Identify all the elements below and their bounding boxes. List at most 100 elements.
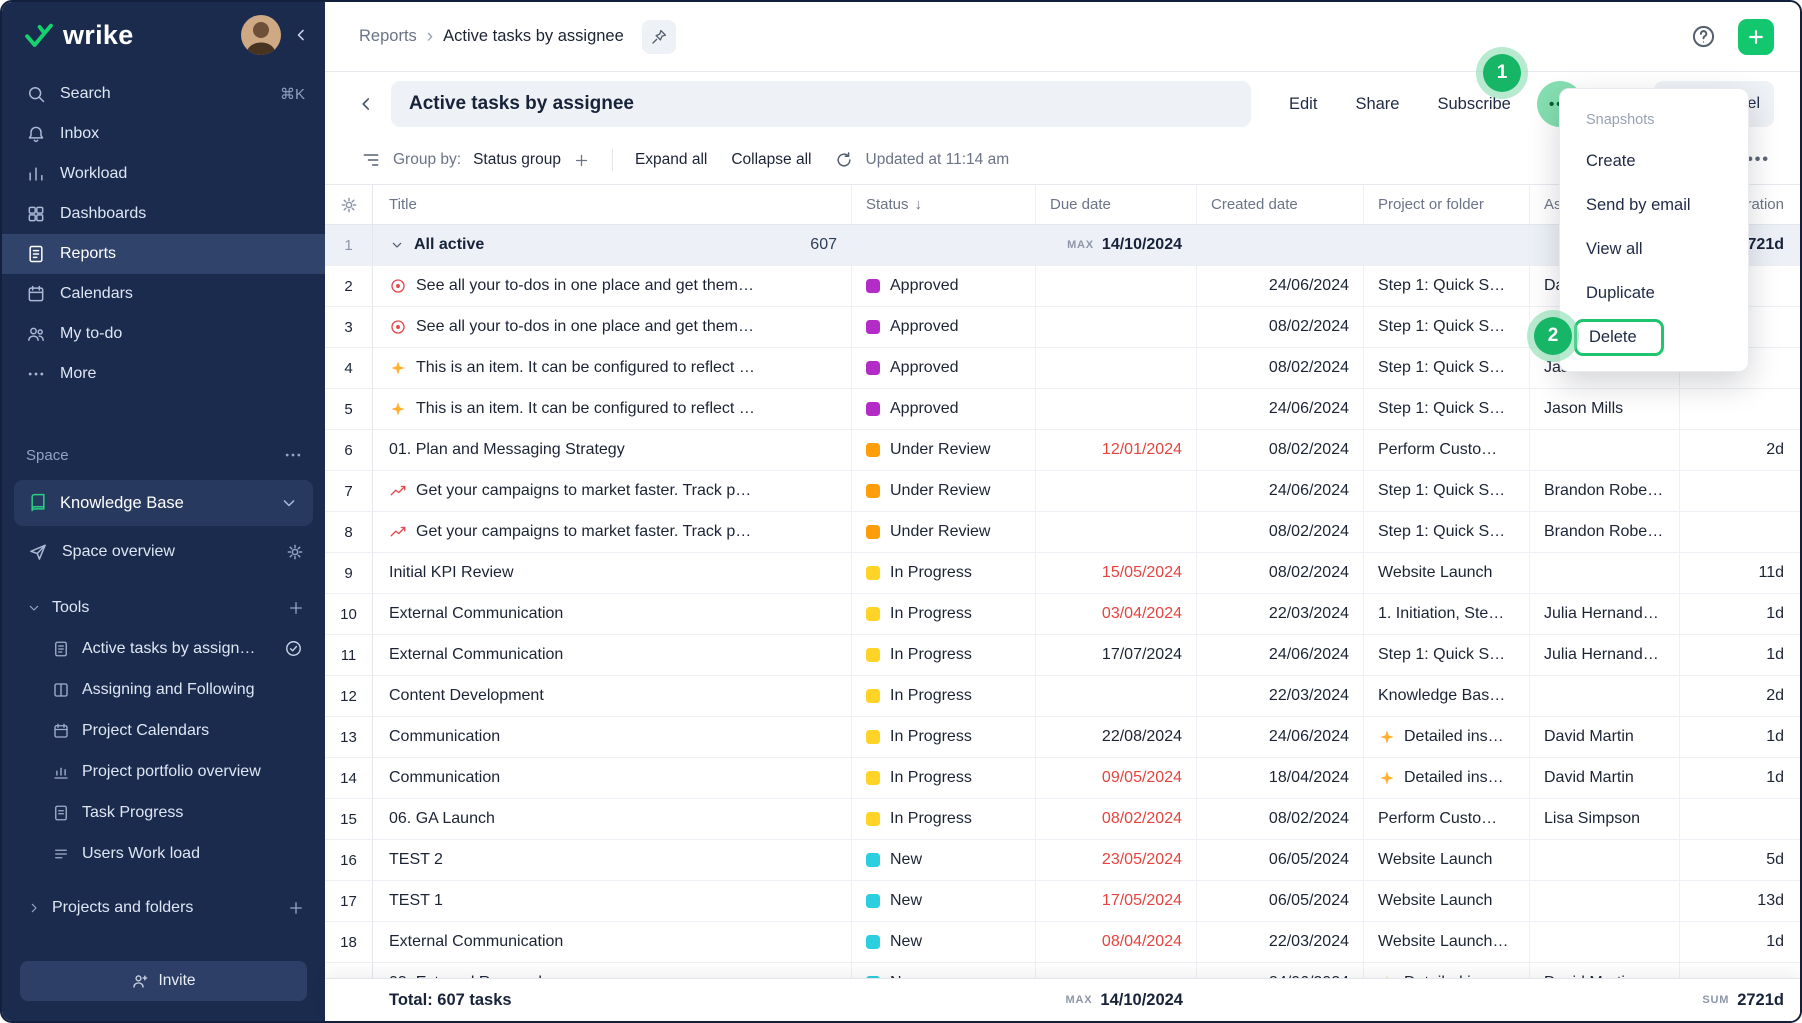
status-cell[interactable]: In Progress [852,676,1036,716]
due-date-cell[interactable]: 08/04/2024 [1036,922,1197,962]
task-title-cell[interactable]: Communication [373,717,852,757]
due-date-cell[interactable]: 03/04/2024 [1036,594,1197,634]
due-date-cell[interactable] [1036,512,1197,552]
table-row[interactable]: 601. Plan and Messaging StrategyUnder Re… [325,430,1800,471]
invite-button[interactable]: Invite [20,961,307,1001]
task-title-cell[interactable]: See all your to-dos in one place and get… [373,307,852,347]
collapse-all-button[interactable]: Collapse all [731,151,811,169]
status-cell[interactable]: Under Review [852,512,1036,552]
status-cell[interactable]: In Progress [852,594,1036,634]
assignee-cell[interactable]: Julia Hernand… [1530,594,1680,634]
task-title-cell[interactable]: Get your campaigns to market faster. Tra… [373,512,852,552]
assignee-cell[interactable]: David Martin [1530,758,1680,798]
table-row[interactable]: 1506. GA LaunchIn Progress08/02/202408/0… [325,799,1800,840]
project-cell[interactable]: Knowledge Bas… [1364,676,1530,716]
table-row[interactable]: 7Get your campaigns to market faster. Tr… [325,471,1800,512]
wrike-logo[interactable]: wrike [24,20,231,51]
project-cell[interactable]: Website Launch [1364,553,1530,593]
due-date-cell[interactable]: 15/05/2024 [1036,553,1197,593]
task-title-cell[interactable]: External Communication [373,922,852,962]
table-row[interactable]: 17TEST 1New17/05/202406/05/2024Website L… [325,881,1800,922]
project-cell[interactable]: Perform Custo… [1364,430,1530,470]
report-title-input[interactable]: Active tasks by assignee [391,81,1251,127]
menu-item-delete[interactable]: Delete [1560,315,1748,359]
sidebar-item-reports[interactable]: Reports [2,234,325,274]
task-title-cell[interactable]: 06. GA Launch [373,799,852,839]
table-row[interactable]: 9Initial KPI ReviewIn Progress15/05/2024… [325,553,1800,594]
status-cell[interactable]: In Progress [852,717,1036,757]
menu-item-duplicate[interactable]: Duplicate [1560,271,1748,315]
assignee-cell[interactable]: Lisa Simpson [1530,799,1680,839]
space-settings-icon[interactable] [285,542,305,562]
subscribe-button[interactable]: Subscribe [1437,95,1510,114]
group-by-value[interactable]: Status group [473,151,561,169]
task-title-cell[interactable]: External Communication [373,594,852,634]
due-date-cell[interactable]: 12/01/2024 [1036,430,1197,470]
column-status[interactable]: Status [866,196,909,213]
column-title[interactable]: Title [389,196,417,213]
tools-section-toggle[interactable]: Tools [2,588,325,628]
expand-all-button[interactable]: Expand all [635,151,707,169]
refresh-icon[interactable] [834,150,854,170]
sidebar-item-inbox[interactable]: Inbox [2,114,325,154]
task-title-cell[interactable]: This is an item. It can be configured to… [373,348,852,388]
assignee-cell[interactable] [1530,881,1680,921]
menu-item-create[interactable]: Create [1560,139,1748,183]
collapse-group-icon[interactable] [389,237,405,253]
breadcrumb-reports[interactable]: Reports [359,27,417,46]
sidebar-item-calendars[interactable]: Calendars [2,274,325,314]
project-cell[interactable]: Detailed ins… [1364,717,1530,757]
assignee-cell[interactable]: Julia Hernand… [1530,635,1680,675]
menu-item-send-by-email[interactable]: Send by email [1560,183,1748,227]
space-selector[interactable]: Knowledge Base [14,480,313,526]
assignee-cell[interactable]: Brandon Robe… [1530,471,1680,511]
share-button[interactable]: Share [1355,95,1399,114]
chevron-down-icon[interactable] [279,493,299,513]
table-more-icon[interactable]: ••• [1747,151,1770,169]
sidebar-item-dashboards[interactable]: Dashboards [2,194,325,234]
project-cell[interactable]: Detailed ins… [1364,758,1530,798]
table-row[interactable]: 12Content DevelopmentIn Progress22/03/20… [325,676,1800,717]
add-project-icon[interactable] [287,899,305,917]
user-avatar[interactable] [241,15,281,55]
task-title-cell[interactable]: TEST 2 [373,840,852,880]
status-cell[interactable]: In Progress [852,553,1036,593]
status-cell[interactable]: New [852,881,1036,921]
table-row[interactable]: 8Get your campaigns to market faster. Tr… [325,512,1800,553]
status-cell[interactable]: Approved [852,348,1036,388]
task-title-cell[interactable]: Content Development [373,676,852,716]
sidebar-tool-project-portfolio-overview[interactable]: Project portfolio overview [2,751,325,792]
due-date-cell[interactable] [1036,389,1197,429]
sidebar-tool-assigning-and-following[interactable]: Assigning and Following [2,669,325,710]
due-date-cell[interactable]: 09/05/2024 [1036,758,1197,798]
back-icon[interactable] [355,93,377,115]
sort-desc-icon[interactable]: ↓ [915,196,923,213]
project-cell[interactable]: 1. Initiation, Ste… [1364,594,1530,634]
assignee-cell[interactable] [1530,840,1680,880]
status-cell[interactable]: New [852,840,1036,880]
assignee-cell[interactable]: Jason Mills [1530,389,1680,429]
status-cell[interactable]: Under Review [852,471,1036,511]
add-grouping-icon[interactable] [573,152,590,169]
collapse-sidebar-icon[interactable] [291,25,311,45]
sidebar-item-workload[interactable]: Workload [2,154,325,194]
projects-section-toggle[interactable]: Projects and folders [2,888,325,928]
table-row[interactable]: 14CommunicationIn Progress09/05/202418/0… [325,758,1800,799]
project-cell[interactable]: Step 1: Quick S… [1364,389,1530,429]
project-cell[interactable]: Step 1: Quick S… [1364,471,1530,511]
table-row[interactable]: 13CommunicationIn Progress22/08/202424/0… [325,717,1800,758]
project-cell[interactable]: Website Launch [1364,840,1530,880]
project-cell[interactable]: Step 1: Quick S… [1364,266,1530,306]
sidebar-item-space-overview[interactable]: Space overview [2,532,325,572]
create-new-button[interactable] [1738,19,1774,55]
due-date-cell[interactable] [1036,471,1197,511]
column-due-date[interactable]: Due date [1050,196,1111,213]
sidebar-item-more[interactable]: More [2,354,325,394]
due-date-cell[interactable]: 23/05/2024 [1036,840,1197,880]
edit-button[interactable]: Edit [1289,95,1317,114]
help-button[interactable] [1686,20,1720,54]
task-title-cell[interactable]: External Communication [373,635,852,675]
column-created-date[interactable]: Created date [1211,196,1298,213]
due-date-cell[interactable] [1036,266,1197,306]
due-date-cell[interactable]: 22/08/2024 [1036,717,1197,757]
